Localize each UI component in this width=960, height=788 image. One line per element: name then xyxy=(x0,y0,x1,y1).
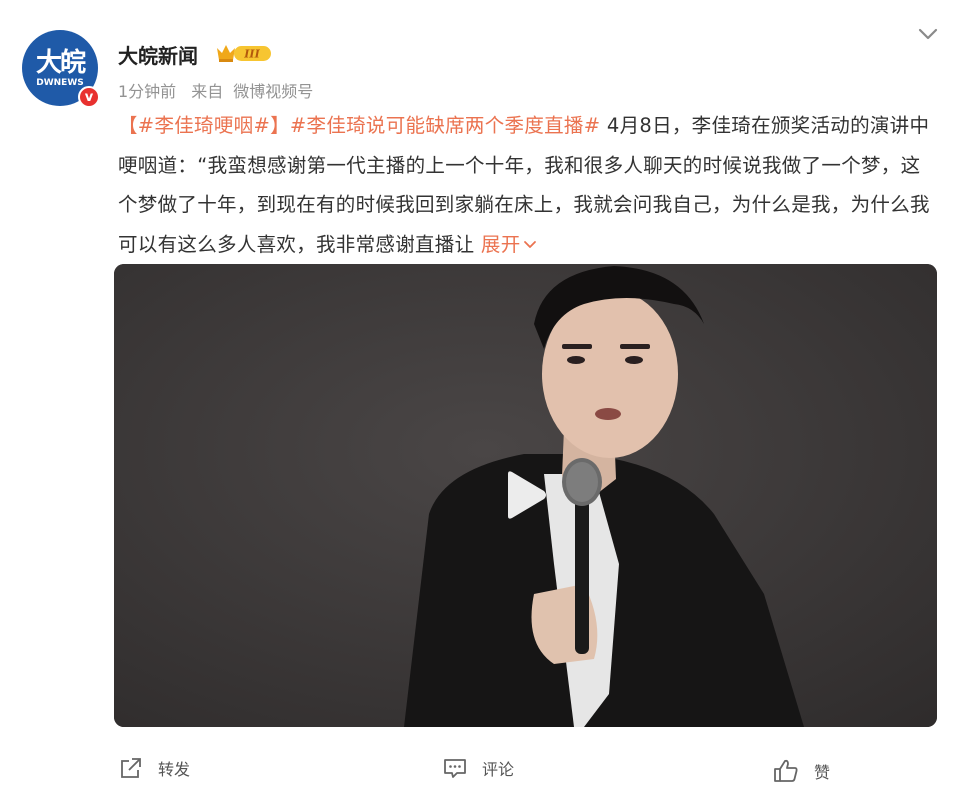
comment-button[interactable]: 评论 xyxy=(442,756,514,780)
post-source[interactable]: 微博视频号 xyxy=(233,82,313,101)
repost-button[interactable]: 转发 xyxy=(118,756,190,780)
member-level-badge-icon[interactable]: III xyxy=(215,42,273,64)
author-name[interactable]: 大皖新闻 xyxy=(118,40,198,69)
repost-label: 转发 xyxy=(158,760,191,779)
verified-badge-icon: v xyxy=(78,86,100,108)
level-badge-text: III xyxy=(243,48,260,61)
comment-icon xyxy=(444,759,466,778)
hashtag-link[interactable]: 【#李佳琦哽咽#】 xyxy=(118,114,290,137)
like-button[interactable]: 赞 xyxy=(772,758,830,784)
expand-link[interactable]: 展开 xyxy=(481,233,538,256)
avatar-logo-subtext: DWNEWS xyxy=(36,77,84,88)
avatar-logo-text: 大皖 xyxy=(35,47,86,78)
expand-label: 展开 xyxy=(480,232,521,256)
hashtag-link[interactable]: #李佳琦说可能缺席两个季度直播# xyxy=(290,114,600,137)
repost-icon xyxy=(121,758,141,778)
expand-chevron-icon xyxy=(523,241,536,248)
post-meta: 1分钟前 来自 微博视频号 xyxy=(118,78,313,102)
post-time[interactable]: 1分钟前 xyxy=(118,82,176,101)
thumbs-up-icon xyxy=(774,759,798,782)
post-text: 【#李佳琦哽咽#】#李佳琦说可能缺席两个季度直播# 4月8日，李佳琦在颁奖活动的… xyxy=(118,106,938,264)
source-prefix: 来自 xyxy=(191,82,224,101)
chevron-down-icon[interactable] xyxy=(916,24,940,44)
like-label: 赞 xyxy=(814,763,831,782)
action-bar: 转发 评论 赞 xyxy=(0,756,960,788)
comment-label: 评论 xyxy=(482,760,515,779)
play-icon[interactable] xyxy=(502,470,548,520)
